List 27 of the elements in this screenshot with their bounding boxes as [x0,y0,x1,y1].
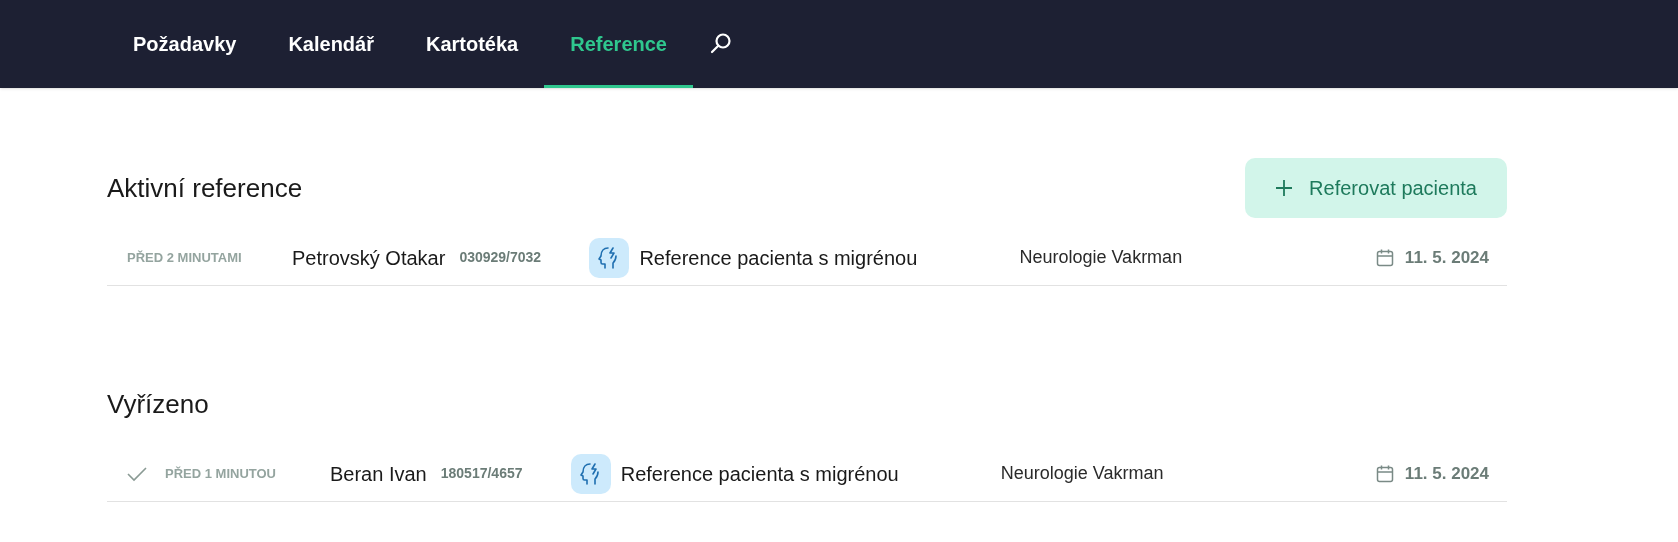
referral-row[interactable]: PŘED 1 MINUTOU Beran Ivan 180517/4657 Reference pacienta s migrénou Neurologie Vakrman 11. 5. 2024 [107,446,1507,502]
nav-tab[interactable]: Kartotéka [400,0,545,88]
date-label: 11. 5. 2024 [1404,246,1489,269]
patient-name: Beran Ivan [330,461,427,487]
calendar-icon [1374,463,1395,484]
date-label: 11. 5. 2024 [1404,462,1489,485]
section-heading: Vyřízeno [107,387,209,421]
head-icon [570,453,611,494]
referral-subject: Reference pacienta s migrénou [639,245,919,271]
referral-subject: Reference pacienta s migrénou [620,461,900,487]
nav-tab[interactable]: Reference [544,0,693,88]
section-heading: Aktivní reference [107,171,303,205]
plus-icon [1275,179,1294,197]
department-name: Neurologie Vakrman [1000,462,1164,485]
referral-row[interactable]: PŘED 2 MINUTAMI Petrovský Otakar 030929/7032 Reference pacienta s migrénou Neurologie Vakrman 11. 5. 2024 [107,230,1507,286]
time-label: PŘED 1 MINUTOU [165,464,277,483]
patient-id: 030929/7032 [459,248,543,267]
refer-patient-button[interactable]: Referovat pacienta [1245,158,1507,218]
time-label: PŘED 2 MINUTAMI [127,248,243,267]
patient-name: Petrovský Otakar [292,245,446,271]
head-icon [589,237,630,278]
calendar-icon [1374,247,1395,268]
search-icon [708,32,733,56]
nav-tab[interactable]: Kalendář [262,0,400,88]
nav-tab[interactable]: Požadavky [107,0,263,88]
patient-id: 180517/4657 [440,464,524,483]
department-name: Neurologie Vakrman [1019,246,1183,269]
